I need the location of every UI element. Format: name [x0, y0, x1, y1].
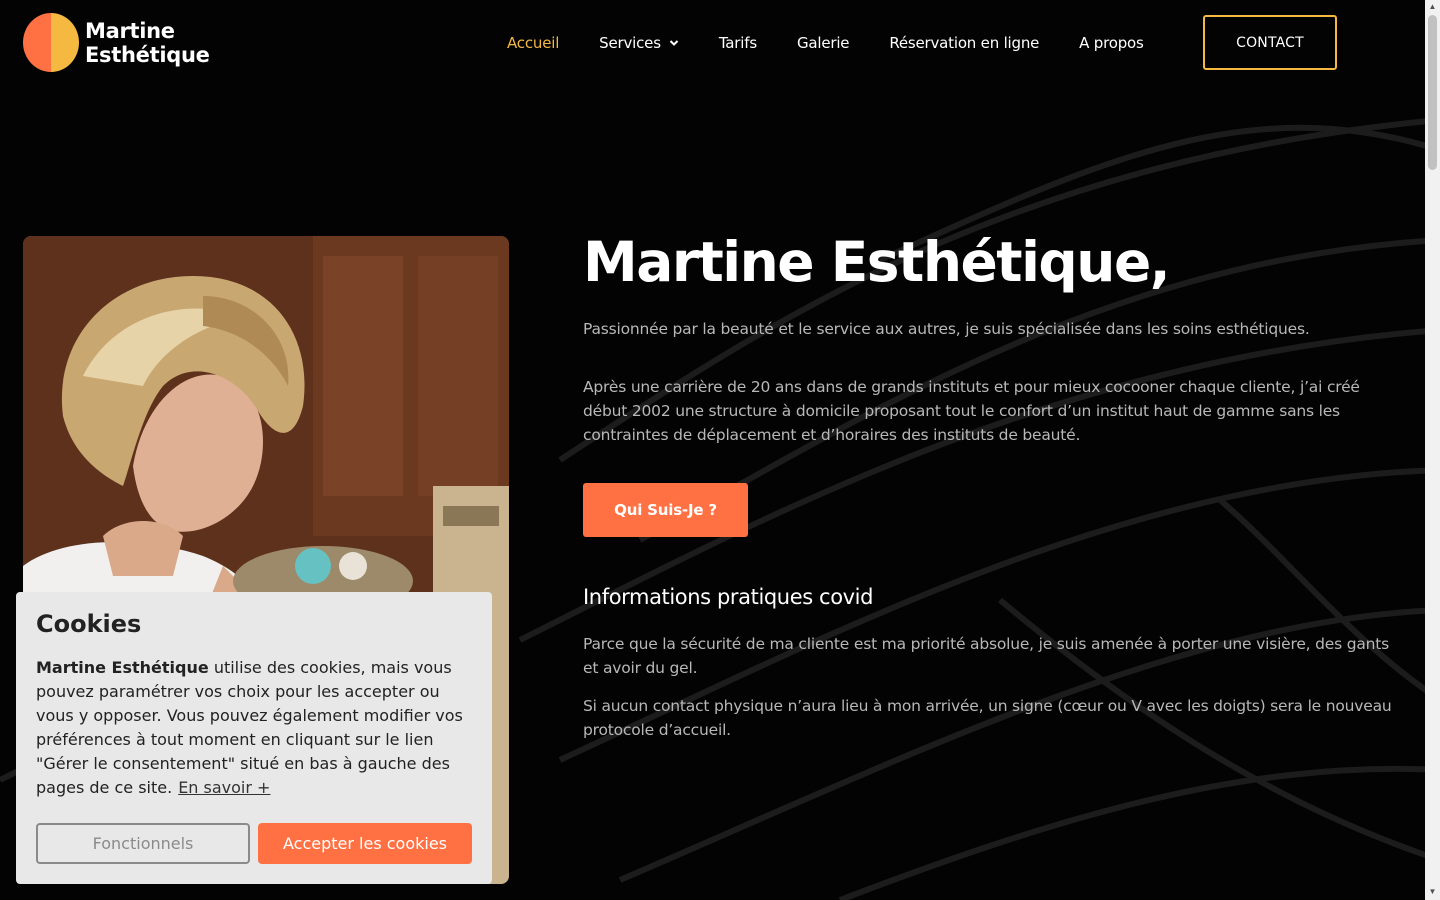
- nav-item-a-propos[interactable]: A propos: [1079, 34, 1144, 52]
- hero-intro: Passionnée par la beauté et le service a…: [583, 320, 1310, 338]
- nav-item-services-label: Services: [599, 34, 661, 52]
- qui-suis-je-button[interactable]: Qui Suis-Je ?: [583, 483, 748, 537]
- cookie-title: Cookies: [36, 610, 142, 638]
- main-nav: Accueil Services Tarifs Galerie Réservat…: [507, 30, 1184, 56]
- cookie-banner: Cookies Martine Esthétique utilise des c…: [16, 592, 492, 884]
- brand-logo[interactable]: Martine Esthétique: [23, 13, 210, 72]
- nav-item-accueil[interactable]: Accueil: [507, 34, 559, 52]
- brand-name-line2: Esthétique: [85, 42, 210, 67]
- brand-name-line1: Martine: [85, 18, 175, 43]
- functional-cookies-button[interactable]: Fonctionnels: [36, 823, 250, 864]
- site-header: Martine Esthétique Accueil Services Tari…: [0, 0, 1425, 86]
- nav-item-tarifs[interactable]: Tarifs: [719, 34, 757, 52]
- cookie-learn-more-link[interactable]: En savoir +: [178, 778, 270, 797]
- logo-mark-icon: [23, 13, 79, 72]
- covid-paragraph-2: Si aucun contact physique n’aura lieu à …: [583, 697, 1392, 739]
- contact-button[interactable]: CONTACT: [1203, 15, 1337, 70]
- cookie-text: Martine Esthétique utilise des cookies, …: [36, 656, 476, 800]
- hero-title: Martine Esthétique,: [583, 230, 1171, 294]
- cookie-brand: Martine Esthétique: [36, 658, 209, 677]
- page-scrollbar[interactable]: ▲ ▼: [1425, 0, 1440, 900]
- scroll-up-icon[interactable]: ▲: [1428, 2, 1437, 11]
- brand-name: Martine Esthétique: [85, 19, 210, 67]
- cookie-actions: Fonctionnels Accepter les cookies: [36, 823, 472, 864]
- hero-section: Martine Esthétique, Passionnée par la be…: [583, 226, 1403, 742]
- hero-body: Après une carrière de 20 ans dans de gra…: [583, 378, 1360, 444]
- nav-item-services[interactable]: Services: [599, 34, 679, 52]
- covid-paragraph-1: Parce que la sécurité de ma cliente est …: [583, 635, 1390, 677]
- covid-title: Informations pratiques covid: [583, 585, 874, 609]
- chevron-down-icon: [669, 40, 679, 46]
- scroll-thumb[interactable]: [1428, 15, 1437, 170]
- cookie-description: utilise des cookies, mais vous pouvez pa…: [36, 658, 463, 797]
- nav-item-reservation[interactable]: Réservation en ligne: [889, 34, 1039, 52]
- nav-item-galerie[interactable]: Galerie: [797, 34, 850, 52]
- scroll-down-icon[interactable]: ▼: [1428, 887, 1437, 896]
- accept-cookies-button[interactable]: Accepter les cookies: [258, 823, 472, 864]
